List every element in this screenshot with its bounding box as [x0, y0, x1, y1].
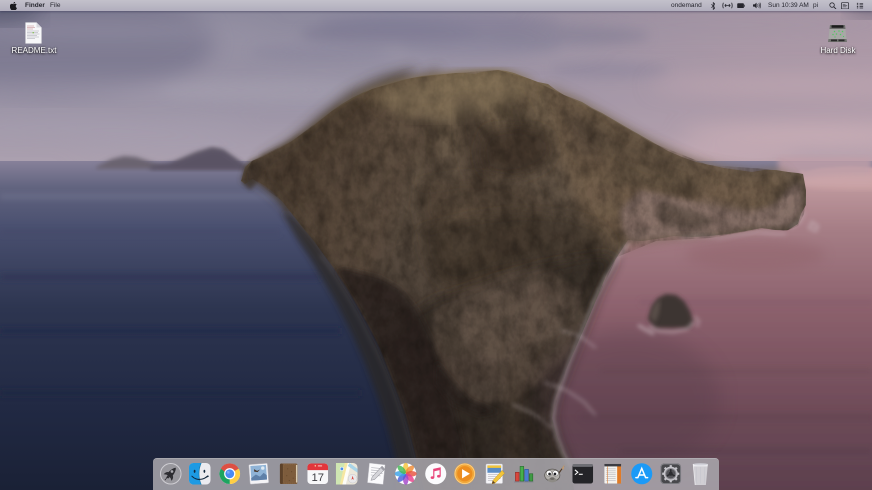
svg-text:17: 17 [311, 472, 324, 484]
